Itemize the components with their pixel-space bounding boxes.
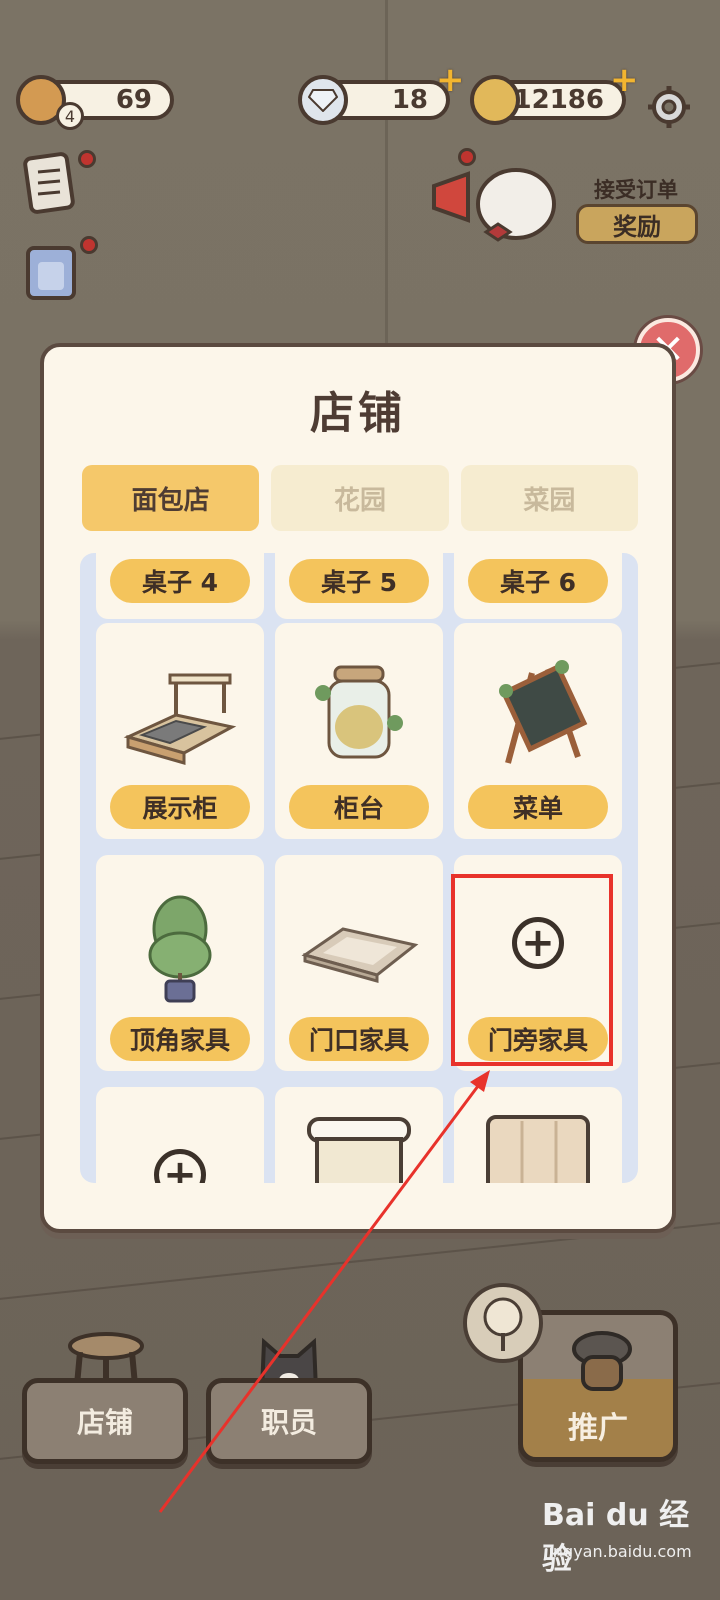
baidu-watermark: Bai du 经验 jingyan.baidu.com: [542, 1490, 712, 1580]
watermark-brand: Bai du 经验: [542, 1498, 690, 1577]
annotation-arrow-icon: [158, 1070, 490, 1513]
watermark-url: jingyan.baidu.com: [544, 1542, 692, 1561]
